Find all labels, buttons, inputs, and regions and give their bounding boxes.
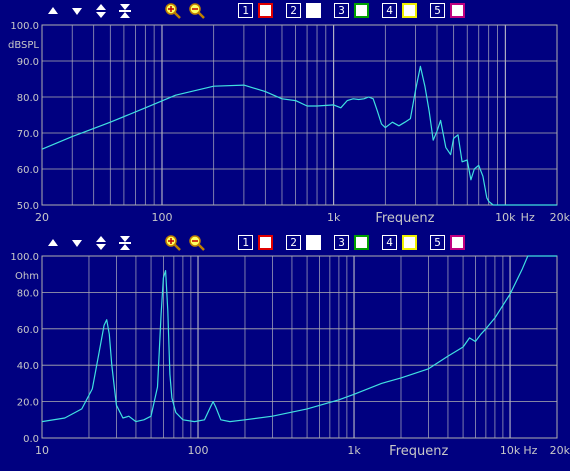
y-tick-label: 100.0	[10, 252, 39, 263]
impedance-chart: 100.080.060.040.020.00.0Ohm10 100 1k 10k 20k…	[10, 252, 570, 459]
x-tick-label: 100	[151, 211, 172, 224]
plot-area	[41, 24, 558, 206]
x-axis-label: Frequenz	[375, 211, 434, 226]
x-tick-label: 1k	[347, 444, 361, 457]
y-axis-label: dBSPL	[8, 40, 39, 51]
x-unit-label: Hz	[523, 444, 537, 457]
y-tick-label: 20.0	[17, 398, 39, 409]
y-tick-label: 80.0	[17, 288, 39, 299]
x-tick-label: 20k	[550, 444, 570, 457]
x-tick-label: 20	[35, 211, 49, 224]
spl-chart: 100.090.080.070.060.050.0dBSPL20 100 1k 10k…	[8, 21, 570, 226]
y-tick-label: 60.0	[17, 165, 39, 176]
y-tick-label: 100.0	[10, 21, 39, 32]
y-tick-label: 40.0	[17, 361, 39, 372]
x-tick-label: 10	[35, 444, 49, 457]
y-tick-label: 80.0	[17, 93, 39, 104]
y-axis-label: Ohm	[15, 271, 39, 282]
x-tick-label: 10k	[500, 444, 521, 457]
x-tick-label: 100	[188, 444, 209, 457]
y-tick-label: 60.0	[17, 325, 39, 336]
x-tick-label: 10k	[495, 211, 516, 224]
y-tick-label: 90.0	[17, 57, 39, 68]
y-tick-label: 70.0	[17, 129, 39, 140]
x-tick-label: 20k	[550, 211, 570, 224]
x-unit-label: Hz	[521, 211, 535, 224]
x-tick-label: 1k	[327, 211, 341, 224]
x-axis-label: Frequenz	[389, 444, 448, 459]
